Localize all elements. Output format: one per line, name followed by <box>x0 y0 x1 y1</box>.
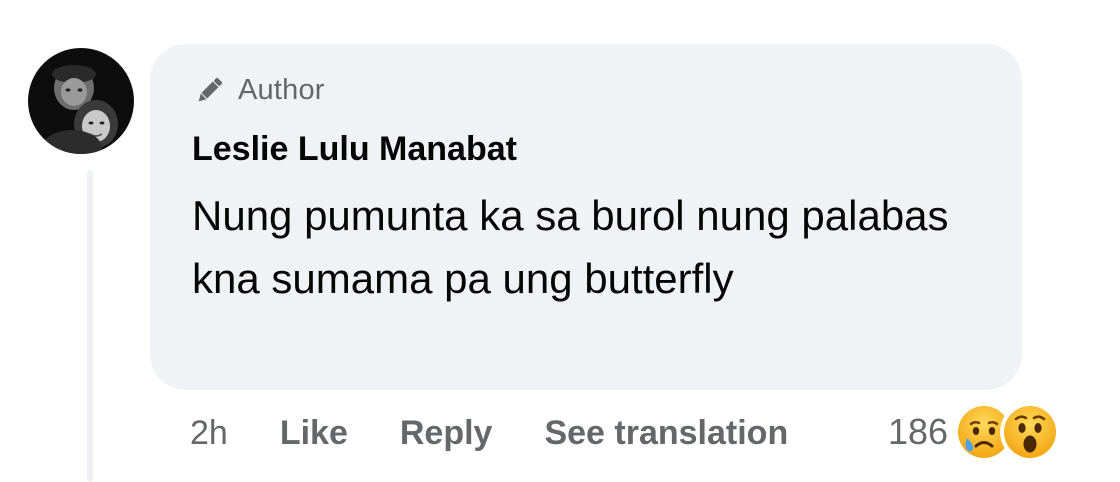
timestamp-link[interactable]: 2h <box>190 414 228 453</box>
see-translation-button[interactable]: See translation <box>544 414 788 453</box>
author-label: Author <box>238 73 325 106</box>
comment-text: Nung pumunta ka sa burol nung palabas kn… <box>192 192 949 302</box>
commenter-name[interactable]: Leslie Lulu Manabat <box>192 130 517 169</box>
comment-thread: Author Leslie Lulu Manabat Nung pumunta … <box>0 0 1120 482</box>
reaction-count: 186 <box>888 411 949 452</box>
comment-actions: 2h Like Reply See translation <box>190 410 788 456</box>
comment-bubble: Author Leslie Lulu Manabat Nung pumunta … <box>150 44 1022 390</box>
like-button[interactable]: Like <box>280 414 348 453</box>
pencil-icon <box>192 72 228 108</box>
thread-line <box>87 170 93 482</box>
reply-button[interactable]: Reply <box>400 414 493 453</box>
wow-emoji-icon <box>1000 402 1061 462</box>
avatar[interactable] <box>28 48 134 154</box>
author-badge: Author <box>192 70 325 110</box>
reaction-summary[interactable]: 186 <box>888 400 1061 464</box>
